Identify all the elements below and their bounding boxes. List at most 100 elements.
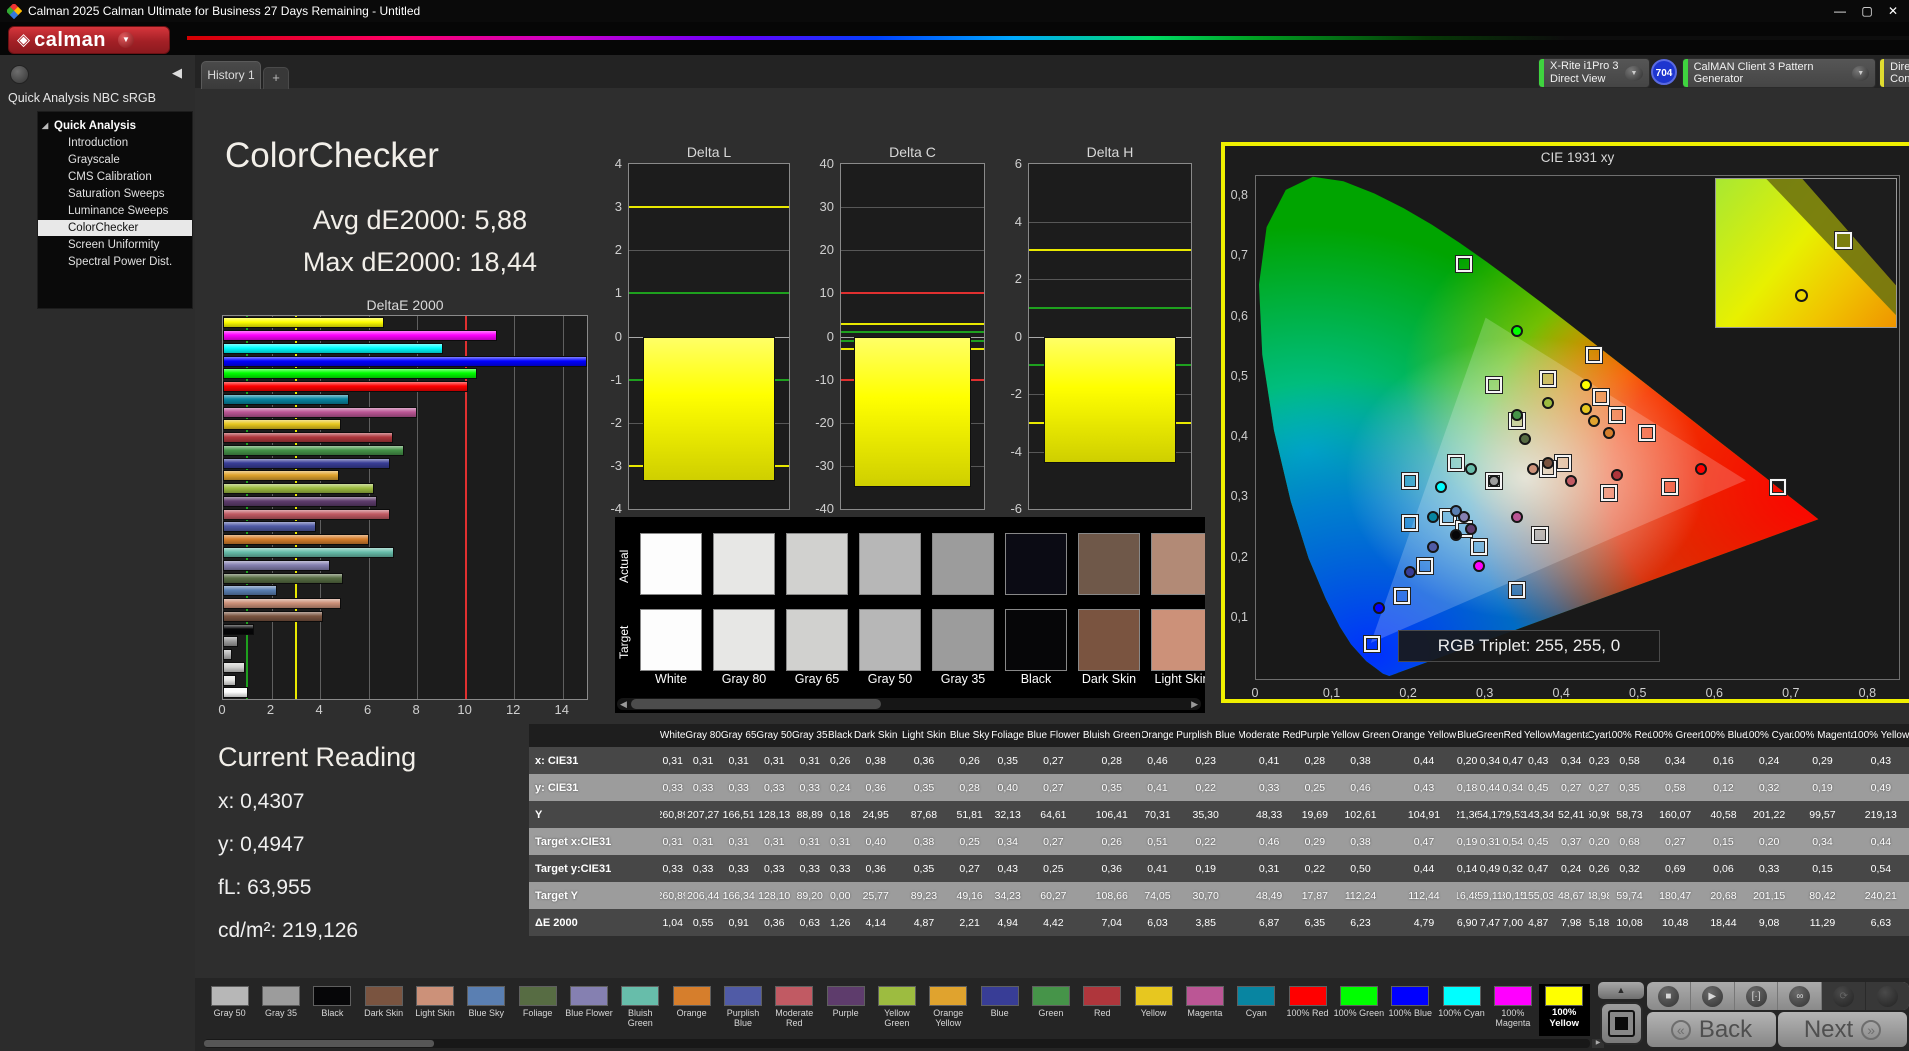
chip-label: Blue <box>974 1008 1025 1018</box>
pattern-chip-100-cyan[interactable]: 100% Cyan <box>1436 984 1487 1036</box>
loop-button[interactable]: ∞ <box>1778 982 1822 1010</box>
tab-history-1[interactable]: History 1 <box>201 61 261 89</box>
table-cell: 0,35 <box>990 747 1026 774</box>
column-header: 100% Cyan <box>1746 724 1792 747</box>
reading-y: y: 0,4947 <box>218 833 304 857</box>
pattern-chip-100-blue[interactable]: 100% Blue <box>1385 984 1436 1036</box>
axis-tick-label: -1 <box>592 372 622 387</box>
sidebar-item-introduction[interactable]: Introduction <box>38 135 192 151</box>
pattern-chip-100-red[interactable]: 100% Red <box>1282 984 1333 1036</box>
table-cell: 0,34 <box>1650 747 1701 774</box>
sidebar-item-colorchecker[interactable]: ColorChecker <box>38 220 192 236</box>
pattern-chip-blue-flower[interactable]: Blue Flower <box>563 984 614 1036</box>
table-cell: 0,41 <box>1142 855 1172 882</box>
scrollbar-thumb[interactable] <box>204 1040 434 1047</box>
add-tab-button[interactable]: + <box>263 67 289 89</box>
chip-label: 100% Cyan <box>1436 1008 1487 1018</box>
sidebar-item-luminance-sweeps[interactable]: Luminance Sweeps <box>38 203 192 219</box>
sidebar-item-cms-calibration[interactable]: CMS Calibration <box>38 169 192 185</box>
sidebar-item-spectral-power-dist-[interactable]: Spectral Power Dist. <box>38 254 192 270</box>
axis-tick-label: 0,7 <box>1218 248 1248 262</box>
table-cell: 0,36 <box>756 909 792 936</box>
calman-menu-button[interactable]: ◈ calman ▼ <box>8 26 170 54</box>
sidebar-item-grayscale[interactable]: Grayscale <box>38 152 192 168</box>
axis-tick-label: 0,6 <box>1218 309 1248 323</box>
pattern-chip-green[interactable]: Green <box>1025 984 1076 1036</box>
pattern-chip-red[interactable]: Red <box>1077 984 1128 1036</box>
pattern-chip-yellow-green[interactable]: Yellow Green <box>871 984 922 1036</box>
row-label: Y <box>529 801 660 828</box>
collapse-pattern-bar-button[interactable]: ▲ <box>1598 982 1644 999</box>
pattern-chip-gray-35[interactable]: Gray 35 <box>255 984 306 1036</box>
maximize-button[interactable]: ▢ <box>1856 2 1878 20</box>
stop-button[interactable]: ■ <box>1647 982 1691 1010</box>
table-cell: 87,68 <box>899 801 950 828</box>
pattern-chip-blue[interactable]: Blue <box>974 984 1025 1036</box>
refresh-button[interactable]: ⟳ <box>1822 982 1866 1010</box>
sidebar-knob-button[interactable] <box>10 65 29 84</box>
swatch-label: Gray 35 <box>928 672 998 686</box>
table-cell: 166,34 <box>721 882 757 909</box>
pattern-chip-100-green[interactable]: 100% Green <box>1333 984 1384 1036</box>
swatch-scrollbar[interactable]: ◀ ▶ <box>617 698 1201 710</box>
chip-color <box>724 986 762 1006</box>
table-cell: 0,31 <box>660 828 685 855</box>
pattern-chip-dark-skin[interactable]: Dark Skin <box>358 984 409 1036</box>
display-control-dropdown[interactable]: Direct Display Control ▼ <box>1879 58 1909 88</box>
pattern-chip-purple[interactable]: Purple <box>820 984 871 1036</box>
chip-label: Gray 50 <box>204 1008 255 1018</box>
sidebar-item-screen-uniformity[interactable]: Screen Uniformity <box>38 237 192 253</box>
axis-tick-label: -30 <box>804 458 834 473</box>
column-header: Blue <box>1457 724 1477 747</box>
pattern-chip-blue-sky[interactable]: Blue Sky <box>461 984 512 1036</box>
next-button[interactable]: Next » <box>1778 1012 1907 1047</box>
chip-label: Light Skin <box>409 1008 460 1018</box>
axis-tick-label: -4 <box>992 444 1022 459</box>
play-button[interactable]: ▶ <box>1691 982 1735 1010</box>
pattern-chip-light-skin[interactable]: Light Skin <box>409 984 460 1036</box>
scroll-left-icon[interactable]: ◀ <box>620 698 627 710</box>
table-cell: 0,28 <box>1081 747 1142 774</box>
tree-root-quick-analysis[interactable]: ◢ Quick Analysis <box>38 118 192 134</box>
cie-measured-marker <box>1611 469 1623 481</box>
scroll-right-icon[interactable]: ▶ <box>1191 698 1198 710</box>
pattern-chip-100-yellow[interactable]: 100% Yellow <box>1539 984 1590 1036</box>
chip-color <box>1135 986 1173 1006</box>
table-cell: 6,63 <box>1853 909 1909 936</box>
sidebar-item-saturation-sweeps[interactable]: Saturation Sweeps <box>38 186 192 202</box>
pattern-chip-purplish-blue[interactable]: Purplish Blue <box>717 984 768 1036</box>
meter-dropdown[interactable]: X-Rite i1Pro 3 Direct View ▼ <box>1538 58 1650 88</box>
pattern-scrollbar[interactable]: ▶ <box>204 1039 1590 1048</box>
table-cell: 11,29 <box>1792 909 1853 936</box>
sidebar-collapse-icon[interactable]: ◀ <box>172 65 182 81</box>
table-cell: 0,31 <box>828 828 853 855</box>
column-header: Blue Sky <box>949 724 990 747</box>
pattern-window-toggle[interactable] <box>1600 1002 1643 1045</box>
table-cell: 6,23 <box>1330 909 1391 936</box>
pattern-chip-gray-50[interactable]: Gray 50 <box>204 984 255 1036</box>
pattern-chip-cyan[interactable]: Cyan <box>1231 984 1282 1036</box>
minimize-button[interactable]: — <box>1829 2 1851 20</box>
reading-cdm2: cd/m²: 219,126 <box>218 919 358 943</box>
pattern-chip-orange-yellow[interactable]: Orange Yellow <box>923 984 974 1036</box>
pattern-chip-100-magenta[interactable]: 100% Magenta <box>1487 984 1538 1036</box>
scrollbar-thumb[interactable] <box>631 699 881 709</box>
back-button[interactable]: « Back <box>1647 1012 1776 1047</box>
pattern-chip-foliage[interactable]: Foliage <box>512 984 563 1036</box>
pattern-chip-orange[interactable]: Orange <box>666 984 717 1036</box>
close-button[interactable]: ✕ <box>1882 2 1904 20</box>
pattern-chip-magenta[interactable]: Magenta <box>1179 984 1230 1036</box>
step-button[interactable]: [·] <box>1735 982 1779 1010</box>
table-cell: 0,33 <box>660 855 685 882</box>
table-cell: 34,23 <box>990 882 1026 909</box>
column-header: Light Skin <box>899 724 950 747</box>
pattern-generator-dropdown[interactable]: CalMAN Client 3 Pattern Generator ▼ <box>1682 58 1876 88</box>
table-cell: 0,23 <box>1589 747 1609 774</box>
pattern-chip-moderate-red[interactable]: Moderate Red <box>769 984 820 1036</box>
pattern-chip-yellow[interactable]: Yellow <box>1128 984 1179 1036</box>
record-button[interactable] <box>1866 982 1909 1010</box>
table-cell: 0,35 <box>1609 774 1650 801</box>
pattern-chip-bluish-green[interactable]: Bluish Green <box>615 984 666 1036</box>
column-header: Gray 50 <box>756 724 792 747</box>
pattern-chip-black[interactable]: Black <box>307 984 358 1036</box>
